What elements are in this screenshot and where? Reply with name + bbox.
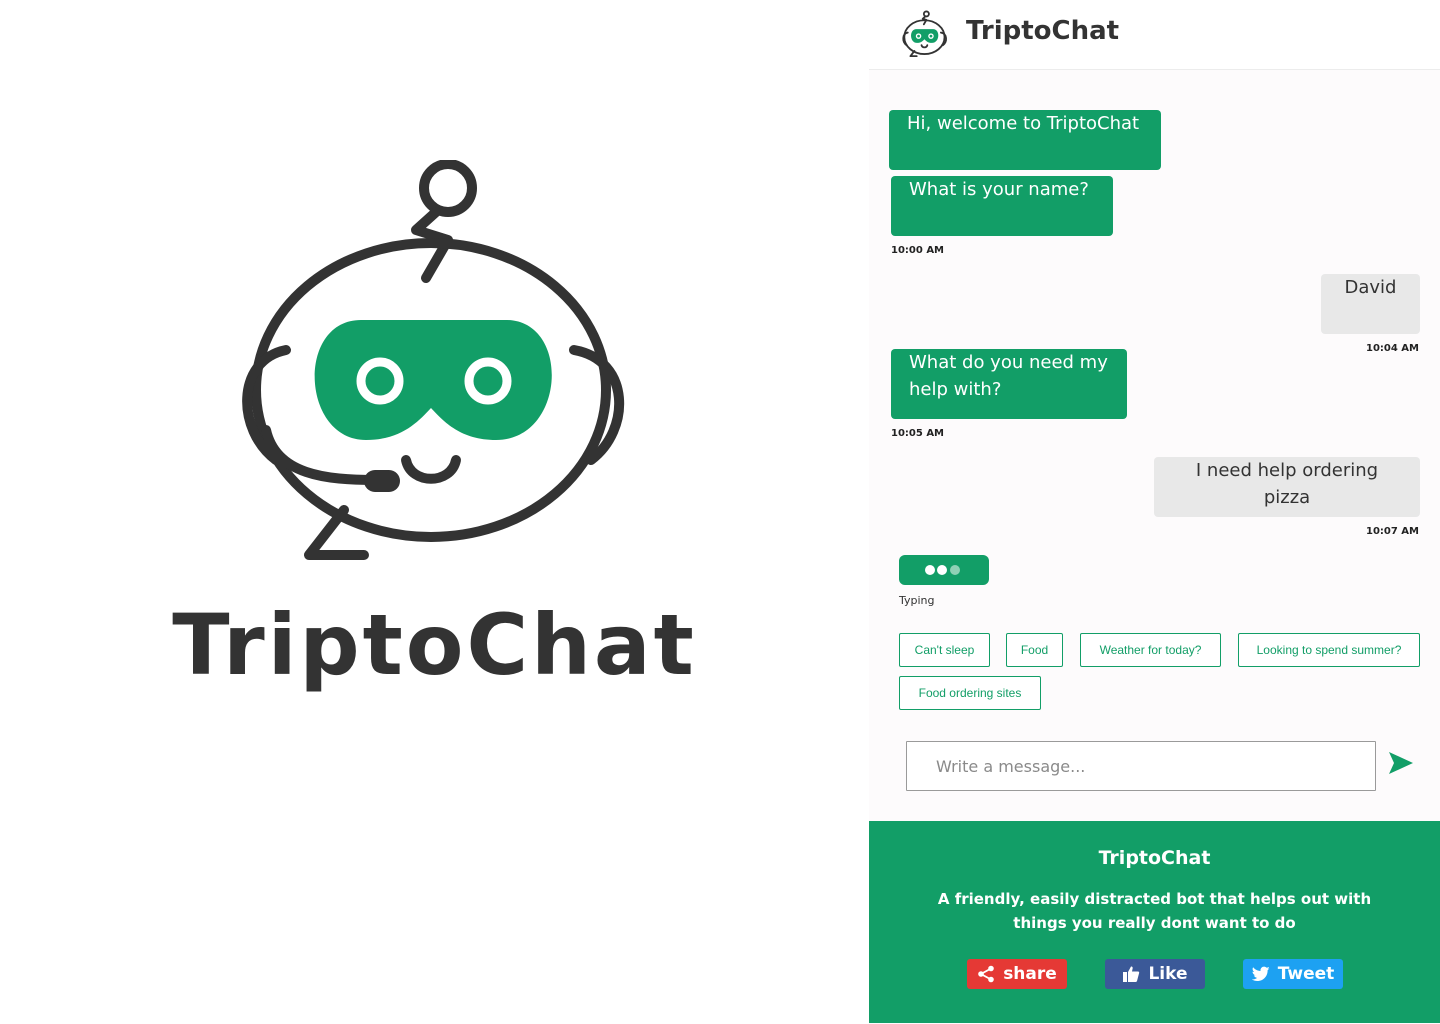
quick-reply-cant-sleep[interactable]: Can't sleep: [899, 633, 990, 667]
twitter-bird-icon: [1251, 966, 1270, 981]
about-footer: TriptoChat A friendly, easily distracted…: [869, 821, 1440, 1023]
bot-message: What do you need my help with?: [891, 349, 1127, 419]
footer-title: TriptoChat: [1098, 847, 1211, 869]
chat-header: TriptoChat: [869, 0, 1440, 70]
typing-dot: [937, 565, 947, 575]
message-input[interactable]: [906, 741, 1376, 791]
tweet-button-label: Tweet: [1277, 964, 1335, 984]
header-title: TriptoChat: [966, 16, 1120, 46]
message-timestamp: 10:04 AM: [1365, 343, 1419, 354]
bot-message: What is your name?: [891, 176, 1113, 236]
quick-reply-food[interactable]: Food: [1006, 633, 1063, 667]
typing-indicator: [899, 555, 989, 585]
hero-title: TriptoChat: [172, 596, 697, 694]
user-message: I need help ordering pizza: [1154, 457, 1420, 517]
like-button[interactable]: Like: [1105, 959, 1205, 989]
quick-reply-food-sites[interactable]: Food ordering sites: [899, 676, 1041, 710]
share-icon: [978, 965, 994, 983]
quick-reply-weather[interactable]: Weather for today?: [1080, 633, 1221, 667]
message-timestamp: 10:05 AM: [891, 428, 945, 439]
robot-chat-icon: [242, 160, 625, 560]
thumbs-up-icon: [1123, 966, 1140, 982]
tweet-button[interactable]: Tweet: [1243, 959, 1343, 989]
typing-label: Typing: [899, 594, 935, 607]
typing-dot: [925, 565, 935, 575]
robot-chat-icon: [902, 10, 947, 58]
share-button[interactable]: share: [967, 959, 1067, 989]
typing-dot: [950, 565, 960, 575]
user-message: David: [1321, 274, 1420, 334]
send-icon[interactable]: [1388, 751, 1414, 775]
bot-message: Hi, welcome to TriptoChat: [889, 110, 1161, 170]
footer-description: A friendly, easily distracted bot that h…: [937, 890, 1372, 932]
quick-reply-summer[interactable]: Looking to spend summer?: [1238, 633, 1420, 667]
message-timestamp: 10:00 AM: [891, 245, 945, 256]
chat-panel: TriptoChat Hi, welcome to TriptoChat Wha…: [869, 0, 1440, 1024]
hero-section: TriptoChat: [0, 0, 869, 1024]
like-button-label: Like: [1148, 964, 1188, 984]
share-button-label: share: [1003, 964, 1057, 984]
message-timestamp: 10:07 AM: [1365, 526, 1419, 537]
